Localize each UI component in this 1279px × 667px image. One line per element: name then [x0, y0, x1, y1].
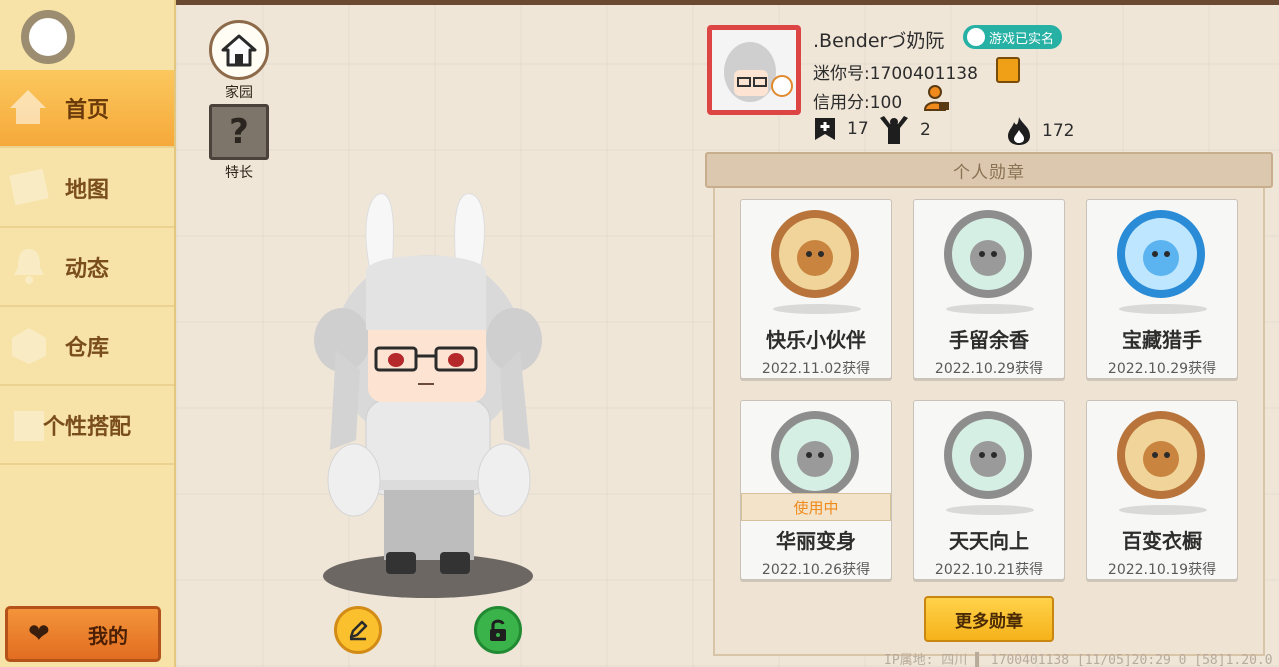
sidebar-item-label: 地图 — [64, 178, 109, 203]
sidebar-item-home[interactable]: 首页 — [0, 70, 174, 148]
badge-medal-icon — [942, 208, 1034, 300]
medal-shadow — [946, 304, 1034, 314]
person-check-icon — [967, 28, 985, 46]
character-avatar[interactable] — [300, 180, 560, 610]
home-decor-icon — [10, 90, 46, 124]
friends-stat[interactable]: 17 — [813, 116, 869, 142]
sidebar-item-label: 首页 — [64, 98, 109, 123]
nickname: .Benderづ奶阮 — [813, 30, 945, 52]
followers-stat[interactable]: 2 — [878, 116, 931, 144]
credit-score: 信用分:100 — [813, 93, 903, 113]
skill-tool[interactable]: ? 特长 — [209, 104, 269, 182]
sidebar-item-label: 个性搭配 — [42, 415, 131, 440]
badge-date: 2022.10.26获得 — [761, 562, 871, 578]
verified-badge: 游戏已实名 — [963, 25, 1063, 49]
sidebar-item-label: 仓库 — [64, 336, 109, 361]
friends-count: 17 — [847, 119, 869, 139]
medal-shadow — [773, 304, 861, 314]
bookmark-plus-icon — [815, 118, 835, 140]
edit-button[interactable] — [334, 606, 382, 654]
badge-name: 天天向上 — [949, 529, 1029, 553]
question-mark-icon: ? — [209, 104, 269, 160]
badge-card[interactable]: 使用中华丽变身 2022.10.26获得 — [740, 400, 892, 580]
badge-name: 手留余香 — [949, 328, 1029, 352]
medal-shadow — [946, 505, 1034, 515]
badge-card[interactable]: 宝藏猎手 2022.10.29获得 — [1086, 199, 1238, 379]
sidebar: 首页 地图 动态 仓库 个性搭配 ❤ 我的 — [0, 0, 176, 667]
flame-icon — [1008, 117, 1030, 145]
mini-id: 迷你号:1700401138 — [813, 64, 978, 84]
profile-avatar[interactable] — [707, 25, 801, 115]
mine-button-label: 我的 — [88, 623, 128, 648]
map-icon — [9, 168, 49, 206]
menu-circle-button[interactable] — [21, 10, 75, 64]
badge-medal-icon — [1115, 208, 1207, 300]
sidebar-item-feed[interactable]: 动态 — [0, 229, 174, 307]
home-tool-label: 家园 — [225, 85, 253, 101]
badge-date: 2022.10.29获得 — [934, 361, 1044, 377]
bell-icon — [14, 249, 44, 284]
mine-button[interactable]: ❤ 我的 — [5, 606, 161, 662]
badge-card[interactable]: 百变衣橱 2022.10.19获得 — [1086, 400, 1238, 580]
badge-medal-icon — [942, 409, 1034, 501]
sidebar-item-label: 动态 — [64, 257, 109, 282]
badge-name: 百变衣橱 — [1122, 529, 1202, 553]
badge-name: 快乐小伙伴 — [766, 328, 866, 352]
skill-tool-label: 特长 — [225, 165, 253, 181]
sidebar-item-warehouse[interactable]: 仓库 — [0, 308, 174, 386]
heart-icon: ❤ — [28, 619, 50, 649]
sidebar-item-map[interactable]: 地图 — [0, 150, 174, 228]
popularity-stat[interactable]: 172 — [1006, 116, 1074, 146]
unlock-icon — [490, 619, 506, 641]
badge-card[interactable]: 快乐小伙伴 2022.11.02获得 — [740, 199, 892, 379]
badge-card[interactable]: 手留余香 2022.10.29获得 — [913, 199, 1065, 379]
badge-name: 宝藏猎手 — [1122, 328, 1202, 352]
badge-name: 华丽变身 — [776, 529, 856, 553]
cheering-person-icon — [880, 116, 908, 144]
badge-medal-icon — [769, 208, 861, 300]
more-badges-button[interactable]: 更多勋章 — [924, 596, 1054, 642]
credit-person-icon[interactable] — [923, 84, 951, 112]
badge-card[interactable]: 天天向上 2022.10.21获得 — [913, 400, 1065, 580]
in-use-tag: 使用中 — [741, 493, 891, 521]
popularity-count: 172 — [1042, 121, 1075, 141]
badge-date: 2022.10.29获得 — [1107, 361, 1217, 377]
house-icon — [209, 20, 269, 80]
followers-count: 2 — [920, 120, 931, 140]
badge-date: 2022.10.19获得 — [1107, 562, 1217, 578]
badge-medal-icon — [769, 409, 861, 501]
lock-button[interactable] — [474, 606, 522, 654]
badge-medal-icon — [1115, 409, 1207, 501]
badge-date: 2022.11.02获得 — [761, 361, 871, 377]
medal-shadow — [1119, 304, 1207, 314]
copy-icon[interactable] — [996, 57, 1020, 83]
sidebar-item-outfit[interactable]: 个性搭配 — [0, 387, 174, 465]
badges-header: 个人勋章 — [705, 152, 1273, 188]
badge-date: 2022.10.21获得 — [934, 562, 1044, 578]
avatar-portrait-icon — [712, 30, 796, 110]
box-icon — [12, 328, 46, 364]
medal-shadow — [1119, 505, 1207, 515]
pencil-icon — [349, 620, 368, 641]
footer-info: IP属地: 四川 ▌ 1700401138 [11/05]20:29 0 [58… — [884, 653, 1273, 667]
home-tool[interactable]: 家园 — [209, 20, 269, 102]
verified-label: 游戏已实名 — [989, 31, 1055, 47]
